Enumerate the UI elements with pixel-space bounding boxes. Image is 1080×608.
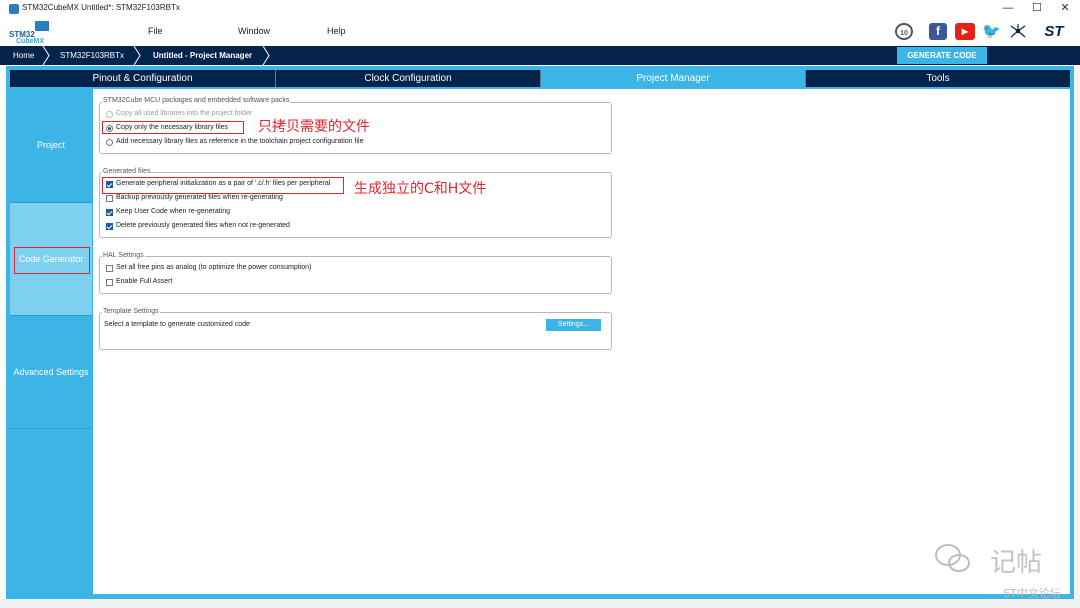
annotation-pair-note: 生成独立的C和H文件 bbox=[354, 178, 486, 198]
option-free-pins-analog[interactable]: Set all free pins as analog (to optimize… bbox=[116, 264, 311, 271]
breadcrumb-home[interactable]: Home bbox=[13, 46, 34, 65]
highlight-code-generator bbox=[14, 247, 90, 274]
chevron-right-icon bbox=[132, 46, 142, 65]
tab-pinout[interactable]: Pinout & Configuration bbox=[10, 70, 275, 87]
window-title: STM32CubeMX Untitled*: STM32F103RBTx bbox=[22, 3, 180, 12]
title-bar: STM32CubeMX Untitled*: STM32F103RBTx — ☐… bbox=[0, 0, 1080, 17]
cube-icon bbox=[35, 21, 49, 31]
left-panel: Project Code Generator Advanced Settings bbox=[10, 89, 92, 594]
breadcrumb-project[interactable]: Untitled - Project Manager bbox=[153, 46, 252, 65]
tab-clock[interactable]: Clock Configuration bbox=[276, 70, 540, 87]
option-keep-user-code[interactable]: Keep User Code when re-generating bbox=[116, 208, 230, 215]
menu-help[interactable]: Help bbox=[327, 26, 346, 36]
breadcrumb-mcu[interactable]: STM32F103RBTx bbox=[60, 46, 124, 65]
packages-group-title: STM32Cube MCU packages and embedded soft… bbox=[102, 97, 290, 104]
minimize-button[interactable]: — bbox=[998, 1, 1018, 16]
menu-window[interactable]: Window bbox=[238, 26, 270, 36]
tab-project-manager[interactable]: Project Manager bbox=[541, 70, 805, 87]
option-full-assert[interactable]: Enable Full Assert bbox=[116, 278, 172, 285]
chevron-right-icon bbox=[41, 46, 51, 65]
menu-file[interactable]: File bbox=[148, 26, 163, 36]
template-description: Select a template to generate customized… bbox=[104, 321, 250, 328]
chevron-right-icon bbox=[261, 46, 271, 65]
checkbox-free-pins-analog[interactable] bbox=[106, 265, 113, 272]
highlight-copy-necessary bbox=[102, 121, 244, 134]
generated-files-group-title: Generated files bbox=[102, 168, 151, 175]
template-settings-group-title: Template Settings bbox=[102, 308, 160, 315]
tab-tools[interactable]: Tools bbox=[806, 70, 1070, 87]
hal-settings-group-title: HAL Settings bbox=[102, 252, 145, 259]
watermark-site: ST中文论坛 bbox=[1003, 585, 1061, 601]
maximize-button[interactable]: ☐ bbox=[1027, 1, 1047, 16]
checkbox-full-assert[interactable] bbox=[106, 279, 113, 286]
tab-bar: Pinout & Configuration Clock Configurati… bbox=[10, 70, 1070, 87]
checkbox-backup[interactable] bbox=[106, 195, 113, 202]
generate-code-button[interactable]: GENERATE CODE bbox=[897, 47, 987, 64]
app-icon bbox=[9, 4, 19, 14]
radio-copy-all bbox=[106, 111, 113, 118]
option-add-reference[interactable]: Add necessary library files as reference… bbox=[116, 138, 363, 145]
network-icon[interactable] bbox=[1009, 23, 1027, 40]
watermark-label: 记帖 bbox=[990, 542, 1042, 579]
checkbox-keep-user-code[interactable] bbox=[106, 209, 113, 216]
stm32cubemx-logo: STM32 CubeMX bbox=[9, 21, 51, 43]
option-copy-all: Copy all used libraries into the project… bbox=[116, 110, 252, 117]
desktop-background-right bbox=[1075, 66, 1080, 608]
twitter-icon[interactable]: 🐦 bbox=[982, 23, 1000, 40]
close-button[interactable]: ✕ bbox=[1055, 1, 1075, 16]
youtube-icon[interactable]: ▶ bbox=[955, 23, 975, 40]
checkbox-delete-previous[interactable] bbox=[106, 223, 113, 230]
template-settings-group bbox=[99, 312, 612, 350]
template-settings-button[interactable]: Settings... bbox=[546, 319, 601, 331]
left-panel-advanced-settings[interactable]: Advanced Settings bbox=[10, 316, 92, 428]
wechat-icon bbox=[933, 540, 973, 576]
radio-add-reference[interactable] bbox=[106, 139, 113, 146]
left-panel-divider bbox=[10, 428, 92, 429]
annotation-copy-note: 只拷贝需要的文件 bbox=[258, 116, 370, 136]
hal-settings-group bbox=[99, 256, 612, 294]
left-panel-project[interactable]: Project bbox=[10, 89, 92, 202]
desktop-background-bottom bbox=[0, 599, 1080, 608]
menu-bar: STM32 CubeMX File Window Help 10 f ▶ 🐦 S… bbox=[0, 17, 1080, 46]
logo-text-bottom: CubeMX bbox=[16, 38, 44, 45]
option-backup[interactable]: Backup previously generated files when r… bbox=[116, 194, 283, 201]
st-logo-icon: ST bbox=[1036, 23, 1072, 40]
option-delete-previous[interactable]: Delete previously generated files when n… bbox=[116, 222, 290, 229]
anniversary-badge-icon[interactable]: 10 bbox=[895, 23, 913, 40]
highlight-pair-files bbox=[102, 177, 344, 194]
facebook-icon[interactable]: f bbox=[929, 23, 947, 40]
